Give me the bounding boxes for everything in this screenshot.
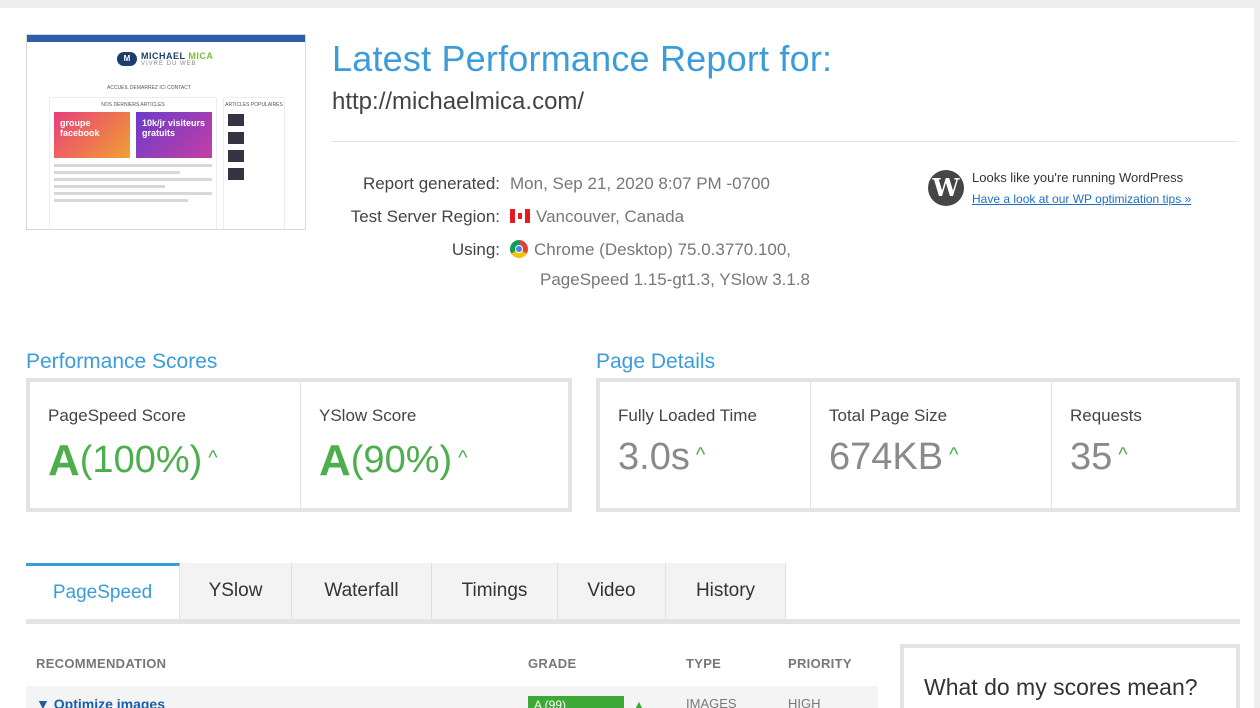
fully-loaded-number: 3.0s [618,436,690,478]
fully-loaded-value: 3.0s ^ [618,436,705,479]
yslow-score-label: YSlow Score [319,406,417,425]
thumb-nav: ACCUEIL DEMARREZ ICI CONTACT [107,85,191,91]
recommendation-type: IMAGES [686,696,737,708]
generated-label: Report generated: [362,174,500,193]
thumb-card-1-text: groupe facebook [60,118,100,138]
thumb-card-2-text: 10k/jr visiteurs gratuits [142,118,206,138]
caret-up-icon: ^ [695,444,706,466]
scores-help-box: What do my scores mean? [900,644,1240,708]
pagespeed-score-cell: PageSpeed Score A(100%) ^ [30,382,300,508]
using-line-2: PageSpeed 1.15-gt1.3, YSlow 3.1.8 [540,270,810,289]
using-line-1: Chrome (Desktop) 75.0.3770.100, [534,240,792,259]
recommendation-priority: HIGH [788,696,821,708]
region-value-wrap: Vancouver, Canada [510,207,684,227]
col-type: TYPE [686,656,722,671]
report-tabs: PageSpeed YSlow Waterfall Timings Video … [26,563,786,619]
tab-history[interactable]: History [666,563,786,619]
requests-label: Requests [1070,406,1142,425]
tab-waterfall[interactable]: Waterfall [292,563,432,619]
using-value-wrap: Chrome (Desktop) 75.0.3770.100, [510,240,791,260]
report-url: http://michaelmica.com/ [332,88,585,115]
wordpress-notice: Looks like you're running WordPress [972,170,1184,185]
thumb-side-title: ARTICLES POPULAIRES [225,102,283,108]
chrome-icon [510,240,528,258]
top-bar [0,0,1260,8]
page-details-title: Page Details [596,350,716,373]
performance-scores-title: Performance Scores [26,350,218,373]
performance-scores-panel: PageSpeed Score A(100%) ^ YSlow Score A(9… [26,378,572,512]
scrollbar-track[interactable] [1254,0,1260,708]
logo-name-1: MICHAEL [141,51,186,61]
tab-video[interactable]: Video [558,563,666,619]
tab-timings[interactable]: Timings [432,563,558,619]
tab-underline [26,619,1240,624]
caret-up-icon: ^ [1118,444,1128,466]
page-title: Latest Performance Report for: [332,38,833,79]
site-screenshot-thumbnail: M MICHAEL MICA VIVRE DU WEB ACCUEIL DEMA… [26,34,306,230]
yslow-pct: (90%) [350,439,453,481]
region-value: Vancouver, Canada [536,207,685,226]
yslow-score-cell: YSlow Score A(90%) ^ [301,382,568,508]
logo-mark-icon: M [117,52,137,66]
header-divider [332,141,1238,142]
logo-name: MICHAEL MICA [141,51,213,61]
grade-bar: A (99) [528,696,624,708]
requests-value: 35 ^ [1070,436,1128,479]
logo-sub: VIVRE DU WEB [141,61,197,67]
tab-pagespeed[interactable]: PageSpeed [26,563,180,619]
thumb-sidebar: ARTICLES POPULAIRES [223,97,285,229]
pagespeed-score-value: A(100%) ^ [48,436,218,486]
total-size-value: 674KB ^ [829,436,958,479]
thumb-section-title: NOS DERNIERS ARTICLES [101,102,165,108]
yslow-score-value: A(90%) ^ [319,436,468,486]
requests-cell: Requests 35 ^ [1052,382,1236,508]
canada-flag-icon [510,209,530,223]
caret-up-icon: ^ [949,444,959,466]
region-label: Test Server Region: [350,207,500,226]
col-recommendation: RECOMMENDATION [36,656,167,671]
recommendation-name[interactable]: ▼ Optimize images [36,696,165,708]
col-grade: GRADE [528,656,577,671]
using-label: Using: [451,240,500,259]
thumb-main: NOS DERNIERS ARTICLES groupe facebook 10… [49,97,217,229]
thumb-logo: M MICHAEL MICA VIVRE DU WEB [117,51,213,67]
caret-up-icon: ^ [208,447,218,469]
wp-optimization-link[interactable]: Have a look at our WP optimization tips … [972,192,1191,206]
fully-loaded-cell: Fully Loaded Time 3.0s ^ [600,382,810,508]
fully-loaded-label: Fully Loaded Time [618,406,757,425]
total-size-cell: Total Page Size 674KB ^ [811,382,1051,508]
generated-value: Mon, Sep 21, 2020 8:07 PM -0700 [510,174,770,193]
requests-number: 35 [1070,436,1113,478]
thumb-text-lines [54,164,212,206]
page-details-panel: Fully Loaded Time 3.0s ^ Total Page Size … [596,378,1240,512]
caret-up-icon: ^ [458,447,468,469]
total-size-label: Total Page Size [829,406,948,425]
table-row[interactable]: ▼ Optimize images A (99) ▲ IMAGES HIGH [26,686,878,708]
yslow-grade: A [319,436,351,485]
scores-help-title[interactable]: What do my scores mean? [924,674,1198,701]
thumb-card-1: groupe facebook [54,112,130,158]
tab-yslow[interactable]: YSlow [180,563,292,619]
col-priority: PRIORITY [788,656,852,671]
pagespeed-pct: (100%) [79,439,203,481]
wordpress-icon: W [928,170,964,206]
logo-name-2: MICA [188,51,214,61]
total-size-number: 674KB [829,436,944,478]
pagespeed-grade: A [48,436,80,485]
thumb-card-2: 10k/jr visiteurs gratuits [136,112,212,158]
pagespeed-score-label: PageSpeed Score [48,406,186,425]
thumb-topbar [27,35,305,42]
grade-up-arrow-icon: ▲ [632,697,646,708]
